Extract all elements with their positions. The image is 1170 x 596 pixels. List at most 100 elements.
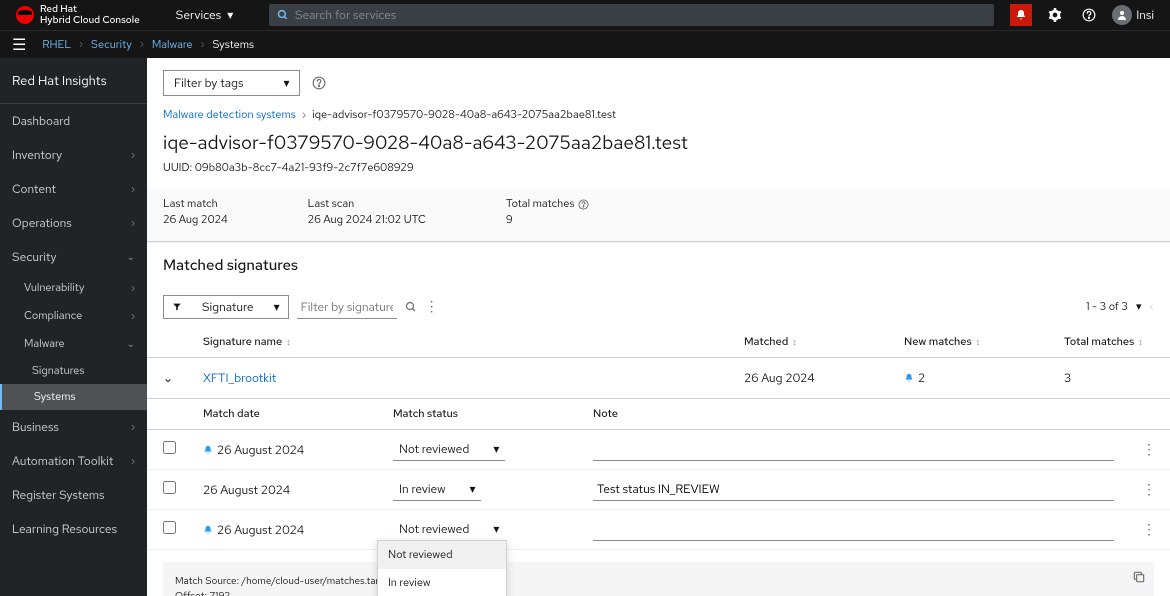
col-new-matches[interactable]: New matches↕ [904,335,1064,349]
match-details-code: Match Source: /home/cloud-user/matches.t… [163,562,1154,596]
search-icon [277,9,289,21]
status-dropdown[interactable]: Not reviewed▾ [393,518,505,541]
redhat-icon [16,6,34,24]
global-search[interactable] [269,4,994,26]
status-dropdown[interactable]: In review▾ [393,478,481,501]
status-option-not-reviewed[interactable]: Not reviewed [378,541,506,569]
pagination-dropdown[interactable]: ▾ [1136,300,1142,314]
brand-logo[interactable]: Red Hat Hybrid Cloud Console [16,4,140,26]
col-total-matches[interactable]: Total matches↕ [1064,335,1154,349]
bell-icon [1015,9,1027,21]
sidebar-item-automation[interactable]: Automation Toolkit› [0,444,147,478]
chevron-right-icon: › [79,38,83,51]
sidebar-item-content[interactable]: Content› [0,172,147,206]
avatar-icon [1112,5,1132,25]
chevron-right-icon: › [302,108,306,122]
sidebar-item-signatures[interactable]: Signatures [0,358,147,384]
note-input[interactable] [593,438,1114,461]
match-date: 26 August 2024 [203,482,393,498]
expand-toggle[interactable]: ⌄ [163,370,203,386]
sidebar-item-business[interactable]: Business› [0,410,147,444]
filter-icon [172,302,182,312]
notifications-button[interactable] [1010,4,1032,26]
caret-down-icon: ▾ [283,75,289,91]
status-option-in-review[interactable]: In review [378,569,506,596]
row-kebab-menu[interactable]: ⋮ [1142,481,1154,499]
col-signature-name[interactable]: Signature name↕ [203,335,744,349]
sidebar-item-systems[interactable]: Systems [0,384,147,410]
match-date: 26 August 2024 [203,442,393,458]
breadcrumb-bar: ☰ RHEL › Security › Malware › Systems [0,30,1170,58]
signature-link[interactable]: XFTI_brootkit [203,370,744,386]
signature-search-input[interactable] [297,296,397,319]
sidebar-item-learning[interactable]: Learning Resources [0,512,147,546]
help-icon[interactable] [312,76,326,90]
col-matched[interactable]: Matched↕ [744,335,904,349]
chevron-down-icon: ⌄ [127,338,135,351]
breadcrumb-security[interactable]: Security [91,38,132,52]
gear-icon [1048,8,1062,22]
section-title: Matched signatures [147,243,1170,287]
breadcrumb-rhel[interactable]: RHEL [42,38,71,52]
pagination-prev[interactable]: ‹ [1150,300,1154,314]
match-row: 26 August 2024 Not reviewed▾ ⋮ [147,430,1170,470]
sidebar-item-register[interactable]: Register Systems [0,478,147,512]
user-menu[interactable]: Insi [1112,4,1154,26]
signature-filter-dropdown[interactable]: Signature ▾ [163,295,289,319]
status-dropdown[interactable]: Not reviewed▾ [393,438,505,461]
match-row: 26 August 2024 In review▾ ⋮ [147,470,1170,510]
sidebar-item-dashboard[interactable]: Dashboard [0,104,147,138]
match-checkbox[interactable] [163,521,176,534]
search-button[interactable] [405,301,417,313]
match-checkbox[interactable] [163,441,176,454]
chevron-right-icon: › [201,38,205,51]
row-kebab-menu[interactable]: ⋮ [1142,441,1154,459]
sort-icon: ↕ [286,336,291,348]
search-input[interactable] [295,7,986,23]
total-matches-count: 3 [1064,370,1154,386]
help-button[interactable] [1078,4,1100,26]
top-header: Red Hat Hybrid Cloud Console Services ▾ … [0,0,1170,30]
caret-down-icon: ▾ [274,299,280,315]
sidebar: Red Hat Insights Dashboard Inventory› Co… [0,58,147,596]
sidebar-item-operations[interactable]: Operations› [0,206,147,240]
sidebar-item-malware[interactable]: Malware⌄ [0,330,147,358]
sidebar-item-vulnerability[interactable]: Vulnerability› [0,274,147,302]
search-icon [405,301,417,313]
sidebar-item-inventory[interactable]: Inventory› [0,138,147,172]
breadcrumb-malware[interactable]: Malware [152,38,193,52]
breadcrumb-malware-systems[interactable]: Malware detection systems [163,108,296,122]
copy-button[interactable] [1132,570,1146,584]
page-title: iqe-advisor-f0379570-9028-40a8-a643-2075… [147,130,1170,161]
note-input[interactable] [593,478,1114,501]
chevron-right-icon: › [140,38,144,51]
settings-button[interactable] [1044,4,1066,26]
chevron-right-icon: › [131,310,135,323]
col-match-date: Match date [203,407,393,421]
row-kebab-menu[interactable]: ⋮ [1142,521,1154,539]
chevron-right-icon: › [131,149,135,162]
chevron-down-icon: ⌄ [127,251,135,264]
sidebar-item-compliance[interactable]: Compliance› [0,302,147,330]
note-input[interactable] [593,518,1114,541]
toolbar-kebab-menu[interactable]: ⋮ [425,298,437,316]
breadcrumb-current-page: iqe-advisor-f0379570-9028-40a8-a643-2075… [312,108,616,122]
signatures-toolbar: Signature ▾ ⋮ 1 - 3 of 3 ▾ ‹ [147,287,1170,327]
match-row: 26 August 2024 Not reviewed▾ ⋮ Not revie… [147,510,1170,550]
match-checkbox[interactable] [163,481,176,494]
brand-text: Red Hat Hybrid Cloud Console [40,4,140,26]
stat-total-matches: Total matches 9 [506,197,590,227]
services-dropdown[interactable]: Services ▾ [176,7,234,23]
copy-icon [1132,570,1146,584]
col-match-status: Match status [393,407,593,421]
main-content: Filter by tags ▾ Malware detection syste… [147,58,1170,596]
user-name: Insi [1136,7,1154,23]
pagination: 1 - 3 of 3 ▾ ‹ [1086,300,1154,314]
info-icon[interactable] [578,199,589,210]
caret-down-icon: ▾ [493,441,499,457]
page-breadcrumb: Malware detection systems › iqe-advisor-… [147,108,1170,130]
filter-by-tags-dropdown[interactable]: Filter by tags ▾ [163,70,300,96]
sidebar-item-security[interactable]: Security⌄ [0,240,147,274]
caret-down-icon: ▾ [493,521,499,537]
hamburger-menu[interactable]: ☰ [12,34,26,55]
